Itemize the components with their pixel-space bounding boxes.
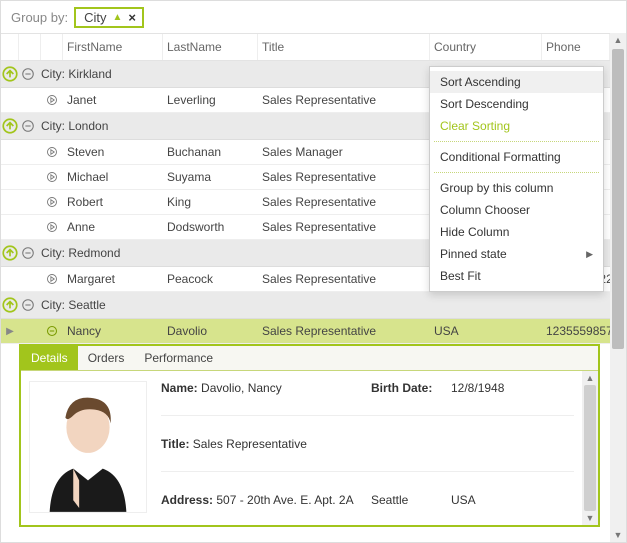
collapse-icon[interactable] xyxy=(19,67,37,81)
birth-label: Birth Date: xyxy=(371,381,432,395)
expand-icon[interactable] xyxy=(41,319,63,343)
address-label: Address: xyxy=(161,493,213,507)
group-summary-icon xyxy=(1,117,19,135)
menu-separator xyxy=(434,172,599,173)
menu-conditional-formatting[interactable]: Conditional Formatting xyxy=(430,146,603,168)
title-label: Title: xyxy=(161,437,189,451)
city-value: Seattle xyxy=(371,493,451,507)
menu-column-chooser[interactable]: Column Chooser xyxy=(430,199,603,221)
col-lastname[interactable]: LastName xyxy=(163,34,258,60)
menu-group-by-column[interactable]: Group by this column xyxy=(430,177,603,199)
expand-icon[interactable] xyxy=(41,165,63,189)
group-by-bar: Group by: City ▲ × xyxy=(1,1,626,34)
menu-sort-ascending[interactable]: Sort Ascending xyxy=(430,71,603,93)
scroll-up-icon[interactable]: ▲ xyxy=(610,35,626,45)
employee-photo xyxy=(29,381,147,513)
collapse-icon[interactable] xyxy=(19,119,37,133)
group-summary-icon xyxy=(1,244,19,262)
menu-best-fit[interactable]: Best Fit xyxy=(430,265,603,287)
chip-close-icon[interactable]: × xyxy=(128,10,136,25)
tab-details[interactable]: Details xyxy=(21,346,78,370)
detail-scrollbar[interactable]: ▲ ▼ xyxy=(582,371,598,525)
col-phone[interactable]: Phone xyxy=(542,34,610,60)
group-row-seattle[interactable]: City: Seattle xyxy=(1,292,610,319)
group-summary-icon xyxy=(1,65,19,83)
group-summary-icon xyxy=(1,296,19,314)
menu-sort-descending[interactable]: Sort Descending xyxy=(430,93,603,115)
menu-hide-column[interactable]: Hide Column xyxy=(430,221,603,243)
detail-tabs: Details Orders Performance xyxy=(21,346,598,371)
row-spacer xyxy=(19,88,41,112)
country-value: USA xyxy=(451,493,574,507)
group-by-label: Group by: xyxy=(11,10,68,25)
group-label: City: Redmond xyxy=(37,244,124,262)
tab-performance[interactable]: Performance xyxy=(134,346,223,370)
sort-asc-icon: ▲ xyxy=(112,13,122,23)
title-value: Sales Representative xyxy=(193,437,307,451)
scroll-thumb[interactable] xyxy=(584,385,596,511)
col-country[interactable]: Country xyxy=(430,34,542,60)
expand-icon[interactable] xyxy=(41,190,63,214)
expand-icon[interactable] xyxy=(41,140,63,164)
table-row-selected[interactable]: ▶ NancyDavolioSales RepresentativeUSA123… xyxy=(1,319,610,344)
expand-icon[interactable] xyxy=(41,267,63,291)
cell-last: Leverling xyxy=(163,88,258,112)
group-label: City: Seattle xyxy=(37,296,110,314)
scroll-up-icon[interactable]: ▲ xyxy=(584,373,596,383)
menu-pinned-state[interactable]: Pinned state ▶ xyxy=(430,243,603,265)
detail-panel: Details Orders Performance xyxy=(19,344,600,527)
col-firstname[interactable]: FirstName xyxy=(63,34,163,60)
collapse-icon[interactable] xyxy=(19,246,37,260)
menu-separator xyxy=(434,141,599,142)
header-spacer xyxy=(19,34,41,60)
group-label: City: London xyxy=(37,117,112,135)
cell-first: Janet xyxy=(63,88,163,112)
menu-clear-sorting[interactable]: Clear Sorting xyxy=(430,115,603,137)
name-value: Davolio, Nancy xyxy=(201,381,282,395)
vertical-scrollbar[interactable]: ▲ ▼ xyxy=(610,33,626,542)
expand-icon[interactable] xyxy=(41,88,63,112)
col-title[interactable]: Title xyxy=(258,34,430,60)
submenu-arrow-icon: ▶ xyxy=(586,249,593,260)
header-spacer xyxy=(41,34,63,60)
name-label: Name: xyxy=(161,381,198,395)
collapse-icon[interactable] xyxy=(19,298,37,312)
scroll-down-icon[interactable]: ▼ xyxy=(610,530,626,540)
scroll-down-icon[interactable]: ▼ xyxy=(584,513,596,523)
group-label: City: Kirkland xyxy=(37,65,116,83)
column-header-row: FirstName LastName Title Country Phone xyxy=(1,33,610,61)
birth-value: 12/8/1948 xyxy=(451,381,574,395)
divider xyxy=(161,471,574,472)
current-row-indicator-icon: ▶ xyxy=(1,319,19,343)
row-indicator xyxy=(1,88,19,112)
address-value: 507 - 20th Ave. E. Apt. 2A xyxy=(216,493,353,507)
scroll-thumb[interactable] xyxy=(612,49,624,349)
tab-orders[interactable]: Orders xyxy=(78,346,135,370)
group-chip-city[interactable]: City ▲ × xyxy=(74,7,144,28)
cell-title: Sales Representative xyxy=(258,88,430,112)
divider xyxy=(161,415,574,416)
expand-icon[interactable] xyxy=(41,215,63,239)
column-context-menu: Sort Ascending Sort Descending Clear Sor… xyxy=(429,66,604,292)
group-chip-text: City xyxy=(84,10,106,25)
header-spacer xyxy=(1,34,19,60)
